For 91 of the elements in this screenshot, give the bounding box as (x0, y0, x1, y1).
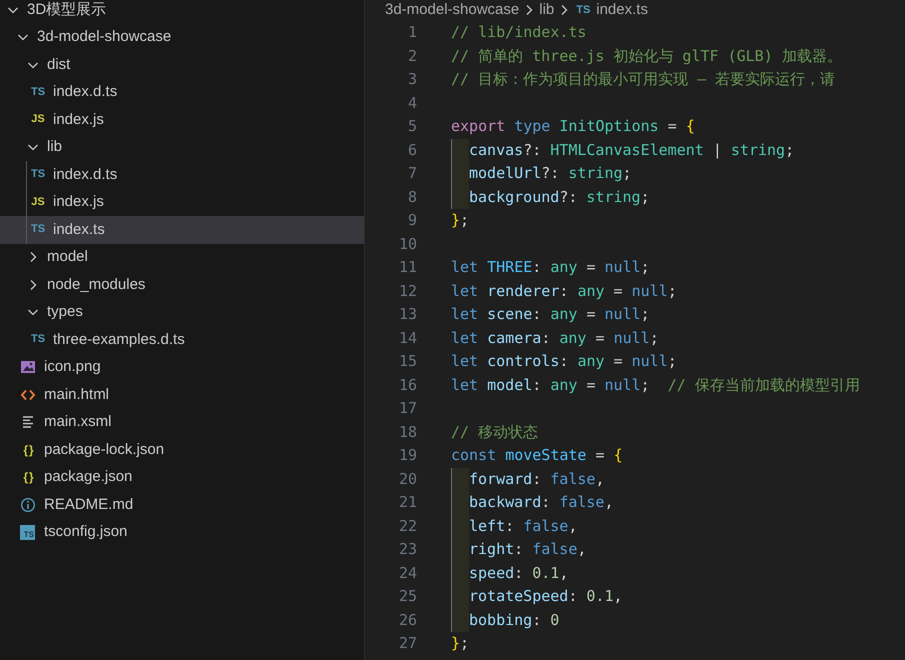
line-number: 27 (398, 633, 417, 654)
json-file-icon: {} (20, 471, 38, 484)
tree-item[interactable]: TS index.d.ts (0, 78, 364, 106)
line-number: 8 (406, 186, 417, 208)
code-line: background?: string; (469, 186, 650, 208)
line-number: 19 (398, 445, 417, 466)
line-number: 23 (398, 539, 417, 560)
tree-item[interactable]: TS index.d.ts (0, 161, 364, 188)
breadcrumb-item[interactable]: 3d-model-showcase (385, 1, 520, 19)
info-icon (20, 496, 36, 513)
tree-item[interactable]: {} package-lock.json (0, 436, 364, 464)
line-number: 4 (406, 92, 417, 114)
line-number: 25 (398, 586, 417, 607)
code-comment: // 移动状态 (451, 422, 538, 442)
indent-guide (451, 138, 469, 162)
javascript-file-icon: JS (29, 114, 47, 126)
code-line: forward: false, (469, 468, 604, 490)
code-comment: // 目标：作为项目的最小可用实现 — 若要实际运行，请 (451, 69, 836, 90)
line-number: 15 (398, 351, 417, 372)
code-line: bobbing: 0 (469, 610, 560, 630)
line-number: 11 (398, 257, 417, 278)
tree-item[interactable]: README.md (0, 491, 364, 518)
line-number: 9 (406, 210, 417, 231)
line-number: 21 (398, 492, 417, 513)
code-line: let camera: any = null; (451, 328, 659, 348)
line-number: 5 (406, 116, 417, 137)
line-number: 2 (406, 46, 417, 66)
image-file-icon (20, 359, 36, 376)
tree-item[interactable]: TS three-examples.d.ts (0, 326, 364, 354)
code-line: speed: 0.1, (469, 562, 568, 584)
tree-item[interactable]: types (0, 298, 364, 326)
line-number: 6 (406, 140, 417, 160)
json-file-icon: {} (20, 444, 38, 456)
code-line: let THREE: any = null; (451, 257, 650, 278)
line-number: 12 (398, 280, 417, 302)
tree-item[interactable]: main.xsml (0, 408, 364, 436)
line-number: 7 (406, 163, 417, 184)
code-line: const moveState = { (451, 445, 623, 466)
tree-item[interactable]: 3d-model-showcase (0, 24, 364, 51)
line-number: 20 (398, 468, 417, 490)
tree-item[interactable]: {} package.json (0, 464, 364, 491)
line-number: 10 (398, 234, 417, 254)
tree-item[interactable]: icon.png (0, 354, 364, 381)
tree-item[interactable]: TS index.ts (0, 216, 364, 244)
code-line: left: false, (469, 516, 578, 536)
code-line: let scene: any = null; (451, 304, 650, 325)
line-number: 1 (406, 22, 417, 43)
tree-item[interactable]: lib (0, 134, 364, 161)
line-number: 13 (398, 304, 417, 325)
line-number: 22 (398, 516, 417, 536)
code-line: }; (451, 633, 470, 654)
code-line: right: false, (469, 539, 586, 560)
tree-item[interactable]: JS index.js (0, 106, 364, 134)
typescript-file-icon: TS (29, 224, 47, 236)
typescript-file-icon: TS (29, 86, 47, 98)
javascript-file-icon: JS (29, 196, 47, 208)
typescript-file-icon: TS (574, 4, 592, 16)
typescript-config-icon: TS (20, 524, 35, 540)
line-number: 18 (398, 422, 417, 442)
indent-guide (451, 608, 469, 632)
tree-item[interactable]: 3D模型展示 (0, 0, 364, 24)
code-line: modelUrl?: string; (469, 163, 632, 184)
line-number: 3 (406, 69, 417, 90)
typescript-file-icon: TS (29, 169, 47, 180)
typescript-file-icon: TS (29, 334, 47, 346)
code-line: export type InitOptions = { (451, 116, 695, 137)
code-line: backward: false, (469, 492, 614, 513)
breadcrumb-item[interactable]: index.ts (596, 1, 648, 19)
tree-item[interactable]: JS index.js (0, 188, 364, 216)
line-number: 16 (398, 374, 417, 396)
tree-item[interactable]: TS tsconfig.json (0, 518, 364, 546)
line-number: 17 (398, 398, 417, 419)
code-line: let renderer: any = null; (451, 280, 677, 302)
tree-item[interactable]: main.html (0, 381, 364, 408)
code-comment: // 简单的 three.js 初始化与 glTF (GLB) 加载器。 (451, 46, 842, 66)
tree-item[interactable]: model (0, 244, 364, 271)
line-number: 26 (398, 610, 417, 630)
tree-item[interactable]: dist (0, 51, 364, 78)
text-lines-icon (20, 414, 36, 430)
line-number: 24 (398, 562, 417, 584)
code-comment: // lib/index.ts (451, 22, 586, 43)
code-line: let controls: any = null; (451, 351, 677, 372)
code-line: let model: any = null; // 保存当前加载的模型引用 (451, 374, 860, 396)
line-number: 14 (398, 328, 417, 348)
indent-guide (451, 468, 469, 491)
code-line: rotateSpeed: 0.1, (469, 586, 623, 607)
breadcrumb-item[interactable]: lib (539, 1, 554, 19)
tree-item[interactable]: node_modules (0, 271, 364, 298)
indent-guide (451, 186, 469, 209)
code-line: canvas?: HTMLCanvasElement | string; (469, 140, 794, 160)
code-line: }; (451, 210, 470, 231)
